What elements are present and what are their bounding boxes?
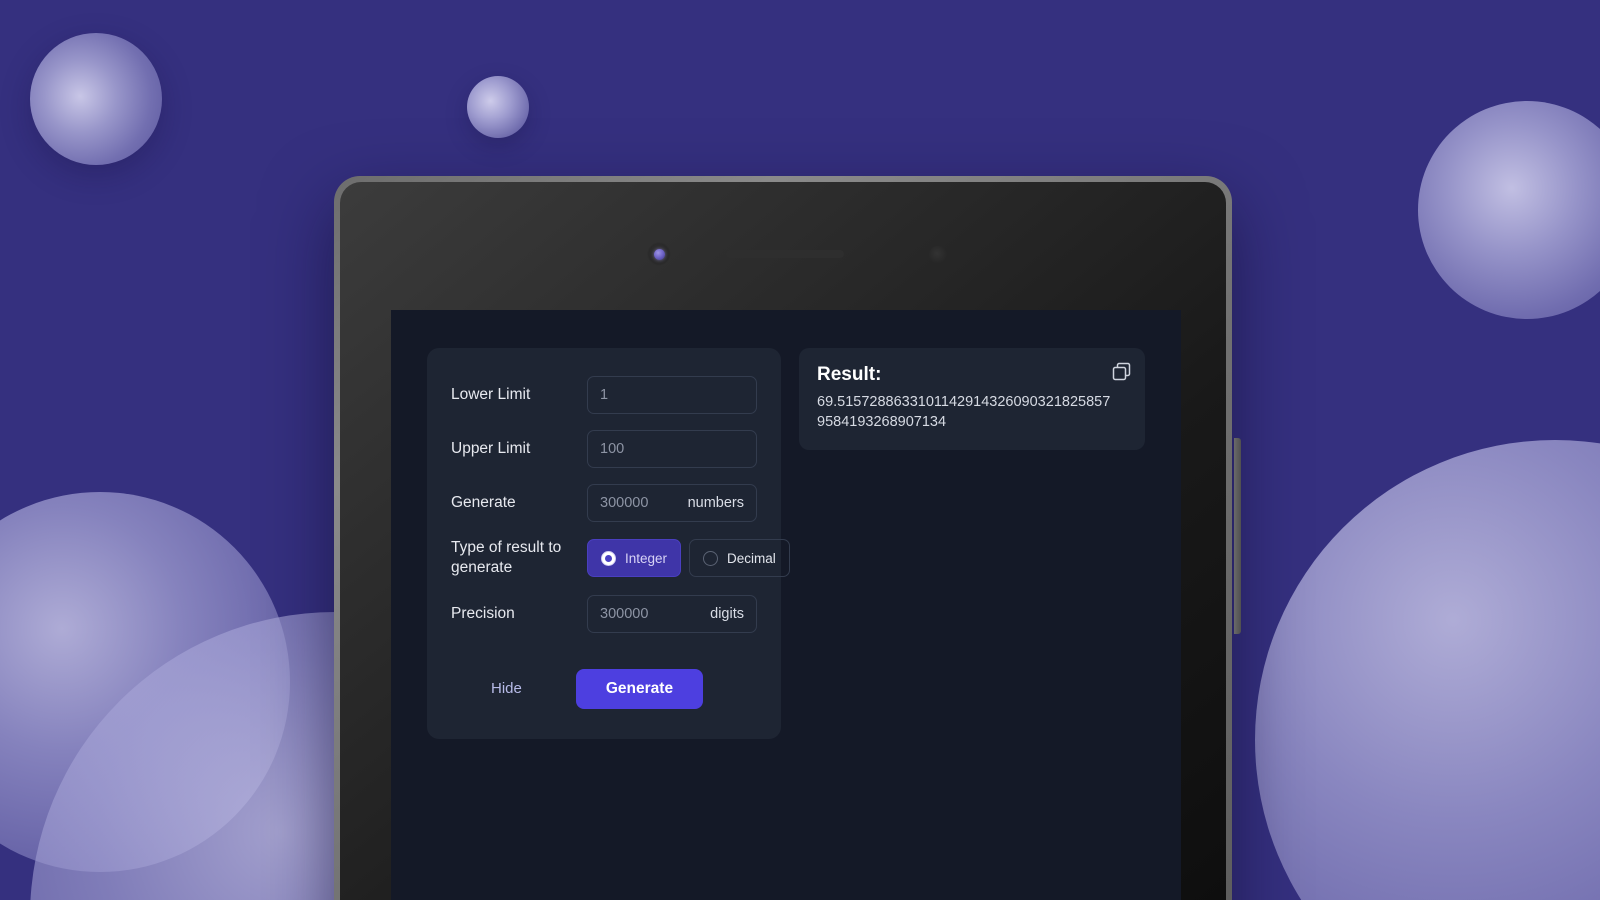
- result-type-radio-group: Integer Decimal: [587, 539, 790, 578]
- result-card: Result: 69.51572886331011429143260903218…: [799, 348, 1145, 450]
- upper-limit-label: Upper Limit: [451, 439, 531, 457]
- precision-suffix: digits: [710, 605, 744, 622]
- generate-count-control: 300000 numbers: [587, 484, 757, 522]
- radio-label-decimal: Decimal: [727, 550, 776, 566]
- upper-limit-control: 100: [587, 430, 757, 468]
- result-type-control: Integer Decimal: [587, 539, 790, 578]
- radio-option-decimal[interactable]: Decimal: [689, 539, 790, 578]
- lower-limit-value: 1: [600, 387, 609, 403]
- result-title: Result:: [817, 364, 882, 385]
- field-row-lower-limit: Lower Limit 1: [451, 376, 757, 414]
- precision-input[interactable]: 300000 digits: [587, 594, 757, 633]
- generate-count-value: 300000: [600, 495, 649, 511]
- lower-limit-input[interactable]: 1: [587, 376, 757, 414]
- field-row-result-type: Type of result to generate Integer Decim…: [451, 538, 790, 579]
- decorative-sphere: [1255, 440, 1600, 900]
- copy-icon[interactable]: [1112, 362, 1131, 381]
- radio-label-integer: Integer: [625, 550, 668, 566]
- result-type-label: Type of result to generate: [451, 539, 562, 577]
- field-row-upper-limit: Upper Limit 100: [451, 430, 757, 468]
- radio-option-integer[interactable]: Integer: [587, 539, 682, 578]
- generate-count-suffix: numbers: [687, 495, 744, 511]
- generate-button[interactable]: Generate: [575, 668, 704, 709]
- field-row-generate-count: Generate 300000 numbers: [451, 484, 757, 522]
- app-content: Lower Limit 1 Upper Limit 100 Generate 3…: [391, 310, 1181, 900]
- decorative-sphere: [0, 492, 290, 872]
- device-bezel: Lower Limit 1 Upper Limit 100 Generate 3…: [340, 182, 1226, 900]
- precision-value: 300000: [600, 605, 649, 622]
- camera-lens-icon: [647, 242, 671, 266]
- generate-count-label: Generate: [451, 493, 516, 511]
- sensor-row: [340, 242, 1226, 268]
- lower-limit-control: 1: [587, 376, 757, 414]
- hide-button[interactable]: Hide: [487, 674, 526, 703]
- radio-empty-icon: [703, 550, 719, 566]
- radio-filled-icon: [601, 550, 616, 566]
- proximity-sensor-icon: [929, 246, 947, 264]
- speaker-grille-icon: [726, 250, 844, 258]
- form-actions: Hide Generate: [451, 668, 757, 709]
- result-value: 69.5157288633101142914326090321825857958…: [817, 394, 1111, 430]
- decorative-sphere: [30, 33, 162, 165]
- field-row-precision: Precision 300000 digits: [451, 594, 757, 633]
- decorative-sphere: [467, 76, 529, 138]
- precision-control: 300000 digits: [587, 594, 757, 633]
- tablet-device-frame: Lower Limit 1 Upper Limit 100 Generate 3…: [334, 176, 1241, 900]
- lower-limit-label: Lower Limit: [451, 385, 531, 403]
- power-button[interactable]: [1234, 438, 1241, 634]
- device-screen: Lower Limit 1 Upper Limit 100 Generate 3…: [391, 310, 1181, 900]
- upper-limit-input[interactable]: 100: [587, 430, 757, 468]
- precision-label: Precision: [451, 604, 515, 622]
- upper-limit-value: 100: [600, 441, 625, 457]
- decorative-sphere: [1418, 101, 1600, 319]
- generate-count-input[interactable]: 300000 numbers: [587, 484, 757, 522]
- generator-form-card: Lower Limit 1 Upper Limit 100 Generate 3…: [427, 348, 790, 739]
